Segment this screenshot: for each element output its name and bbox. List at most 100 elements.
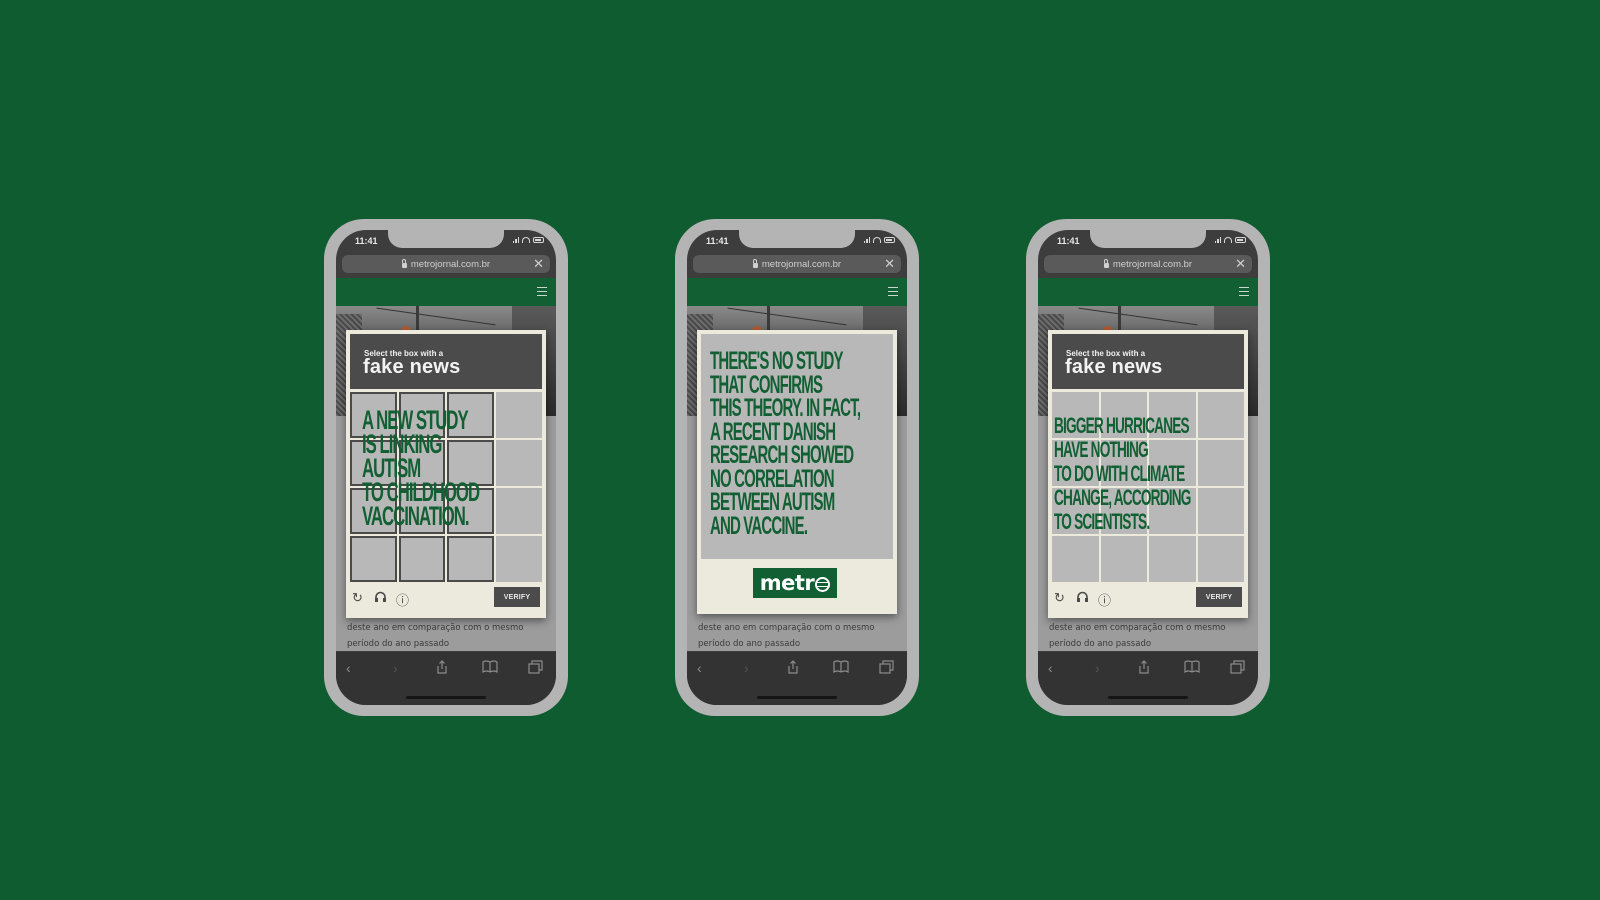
article-text: deste ano em comparação com o mesmo perí… — [1049, 623, 1226, 649]
battery-icon — [1235, 236, 1246, 243]
captcha-tile[interactable] — [398, 536, 445, 582]
captcha-tile[interactable] — [495, 488, 542, 534]
signal-icon — [512, 236, 519, 243]
address-bar[interactable]: metrojornal.com.br ✕ — [1044, 255, 1252, 273]
signal-icon — [863, 236, 870, 243]
hamburger-menu-icon[interactable] — [537, 287, 547, 296]
close-icon[interactable]: ✕ — [1235, 256, 1246, 272]
captcha-tile[interactable] — [1149, 440, 1196, 486]
captcha-tile[interactable] — [350, 488, 397, 534]
answer-card: THERE'S NO STUDY THAT CONFIRMS THIS THEORY… — [697, 330, 897, 614]
text-line: THIS THEORY. IN FACT, — [710, 394, 861, 422]
info-icon[interactable]: ⓘ — [1098, 590, 1111, 609]
status-time: 11:41 — [355, 236, 378, 246]
verify-button[interactable]: VERIFY — [1196, 587, 1242, 607]
captcha-grid — [1052, 392, 1244, 582]
captcha-footer: ↻ ⓘ VERIFY — [350, 586, 542, 614]
wifi-icon — [873, 236, 881, 243]
status-time: 11:41 — [1057, 236, 1080, 246]
back-icon[interactable]: ‹ — [1048, 660, 1053, 676]
captcha-card: Select the box with a fake news A NEW ST… — [346, 330, 546, 618]
tabs-icon[interactable] — [1230, 660, 1245, 677]
phone-screen: 11:41 metrojornal.com.br ✕ deste ano em … — [687, 230, 907, 705]
url-text: metrojornal.com.br — [410, 258, 491, 270]
info-icon[interactable]: ⓘ — [396, 590, 409, 609]
share-icon[interactable] — [787, 660, 799, 677]
captcha-tile[interactable] — [350, 440, 397, 486]
tabs-icon[interactable] — [528, 660, 543, 677]
captcha-tile[interactable] — [1052, 392, 1099, 438]
address-bar[interactable]: metrojornal.com.br ✕ — [342, 255, 550, 273]
signal-icon — [1214, 236, 1221, 243]
captcha-prompt-big: fake news — [363, 356, 461, 378]
battery-icon — [533, 236, 544, 243]
captcha-tile[interactable] — [1100, 392, 1147, 438]
battery-icon — [884, 236, 895, 243]
phone-screen: 11:41 metrojornal.com.br ✕ deste ano em … — [1038, 230, 1258, 705]
status-icons — [863, 236, 895, 243]
status-time: 11:41 — [706, 236, 729, 246]
captcha-tile[interactable] — [350, 392, 397, 438]
close-icon[interactable]: ✕ — [884, 256, 895, 272]
bookmarks-icon[interactable] — [1184, 660, 1200, 676]
captcha-tile[interactable] — [495, 440, 542, 486]
back-icon[interactable]: ‹ — [697, 660, 702, 676]
share-icon[interactable] — [1138, 660, 1150, 677]
share-icon[interactable] — [436, 660, 448, 677]
captcha-tile[interactable] — [1100, 440, 1147, 486]
forward-icon[interactable]: › — [1095, 660, 1100, 676]
lock-icon — [752, 259, 758, 268]
refresh-icon[interactable]: ↻ — [352, 590, 363, 606]
captcha-tile[interactable] — [1052, 536, 1099, 582]
bookmarks-icon[interactable] — [833, 660, 849, 676]
captcha-tile[interactable] — [1197, 440, 1244, 486]
close-icon[interactable]: ✕ — [533, 256, 544, 272]
text-line: THERE'S NO STUDY — [710, 347, 843, 375]
url-text: metrojornal.com.br — [761, 258, 842, 270]
forward-icon[interactable]: › — [744, 660, 749, 676]
headphones-icon[interactable] — [1076, 590, 1089, 606]
captcha-tile[interactable] — [1149, 392, 1196, 438]
refresh-icon[interactable]: ↻ — [1054, 590, 1065, 606]
captcha-tile[interactable] — [447, 392, 494, 438]
captcha-footer: ↻ ⓘ VERIFY — [1052, 586, 1244, 614]
captcha-tile[interactable] — [1052, 440, 1099, 486]
captcha-tile[interactable] — [495, 536, 542, 582]
hamburger-menu-icon[interactable] — [1239, 287, 1249, 296]
bookmarks-icon[interactable] — [482, 660, 498, 676]
verify-button[interactable]: VERIFY — [494, 587, 540, 607]
captcha-tile[interactable] — [350, 536, 397, 582]
status-icons — [512, 236, 544, 243]
captcha-tile[interactable] — [1052, 488, 1099, 534]
captcha-tile[interactable] — [398, 440, 445, 486]
captcha-tile[interactable] — [447, 440, 494, 486]
captcha-tile[interactable] — [447, 536, 494, 582]
site-header — [1038, 278, 1258, 306]
captcha-tile[interactable] — [1197, 488, 1244, 534]
captcha-tile[interactable] — [1197, 392, 1244, 438]
captcha-card: Select the box with a fake news BIGGER H… — [1048, 330, 1248, 618]
address-bar[interactable]: metrojornal.com.br ✕ — [693, 255, 901, 273]
captcha-grid — [350, 392, 542, 582]
home-indicator — [406, 696, 486, 699]
globe-icon — [815, 576, 831, 592]
captcha-tile[interactable] — [1149, 536, 1196, 582]
browser-toolbar: ‹ › — [1038, 652, 1258, 705]
tabs-icon[interactable] — [879, 660, 894, 677]
headphones-icon[interactable] — [374, 590, 387, 606]
captcha-header: Select the box with a fake news — [1052, 334, 1244, 389]
captcha-tile[interactable] — [447, 488, 494, 534]
phone-notch — [388, 230, 504, 248]
captcha-tile[interactable] — [1149, 488, 1196, 534]
captcha-tile[interactable] — [398, 488, 445, 534]
hamburger-menu-icon[interactable] — [888, 287, 898, 296]
forward-icon[interactable]: › — [393, 660, 398, 676]
captcha-tile[interactable] — [1100, 536, 1147, 582]
captcha-tile[interactable] — [1197, 536, 1244, 582]
captcha-tile[interactable] — [1100, 488, 1147, 534]
captcha-tile[interactable] — [495, 392, 542, 438]
captcha-tile[interactable] — [398, 392, 445, 438]
captcha-header: Select the box with a fake news — [350, 334, 542, 389]
back-icon[interactable]: ‹ — [346, 660, 351, 676]
status-icons — [1214, 236, 1246, 243]
